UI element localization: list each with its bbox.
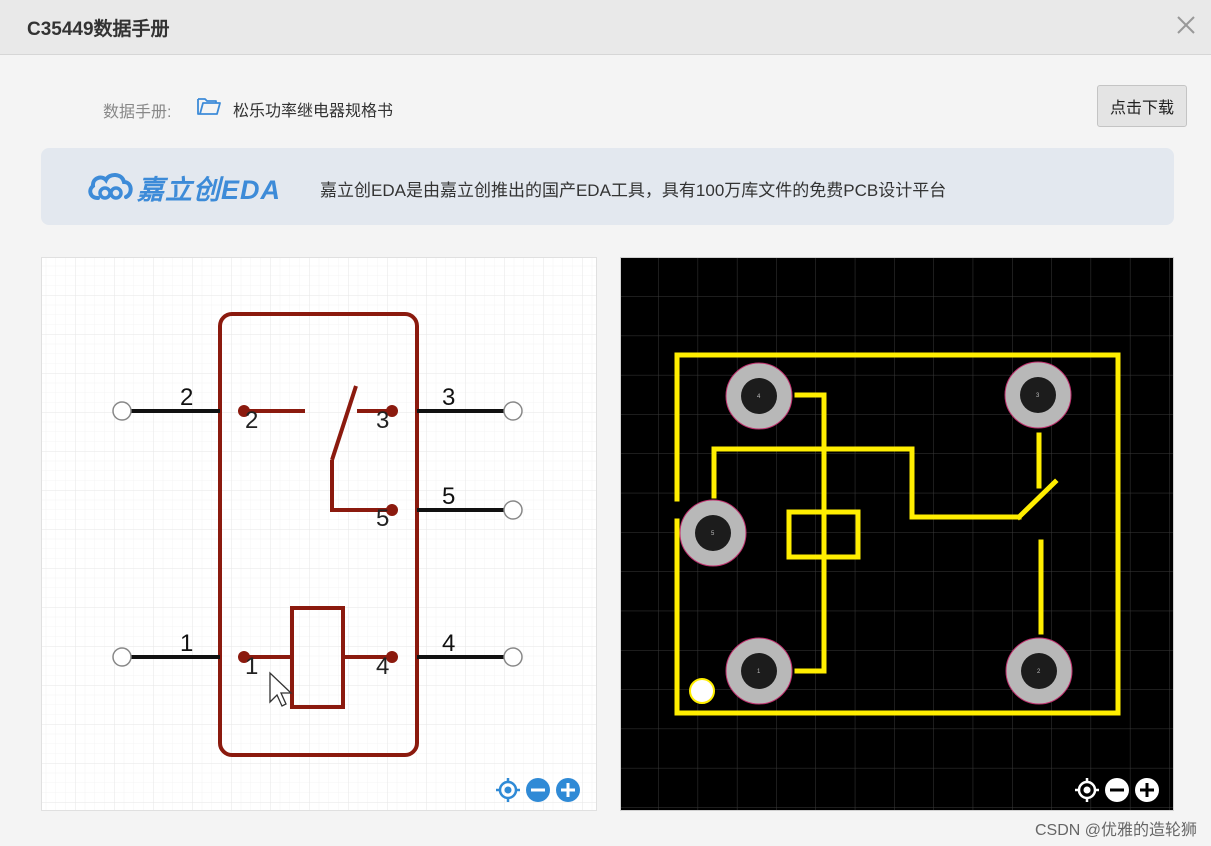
eda-banner[interactable]: 嘉立创EDA 嘉立创EDA是由嘉立创推出的国产EDA工具，具有100万库文件的免… [41, 148, 1174, 225]
cloud-icon [88, 173, 133, 200]
pcb-canvas[interactable]: 4 3 5 1 2 [621, 258, 1173, 810]
zoom-out-icon[interactable] [525, 777, 551, 803]
eda-description: 嘉立创EDA是由嘉立创推出的国产EDA工具，具有100万库文件的免费PCB设计平… [320, 181, 947, 200]
schematic-viewer[interactable]: 2 3 5 1 4 2 3 5 1 4 [41, 257, 597, 811]
pcb-pad: 2 [1005, 637, 1073, 705]
pcb-pad: 1 [725, 637, 793, 705]
download-button[interactable]: 点击下载 [1097, 85, 1187, 127]
dialog-titlebar: C35449数据手册 [0, 0, 1211, 55]
pcb-pad: 3 [1004, 361, 1072, 429]
pcb-pad: 5 [679, 499, 747, 567]
close-icon[interactable] [1173, 12, 1199, 38]
pin-number: 1 [180, 630, 193, 657]
schematic-zoom-controls [495, 777, 581, 803]
datasheet-link[interactable]: 松乐功率继电器规格书 [233, 97, 393, 121]
zoom-in-icon[interactable] [555, 777, 581, 803]
pcb-zoom-controls [1074, 777, 1160, 803]
datasheet-label: 数据手册: [103, 104, 172, 121]
pcb-footprint-viewer[interactable]: 4 3 5 1 2 [620, 257, 1174, 811]
pcb-pad: 4 [725, 362, 793, 430]
pin-label: 2 [245, 407, 258, 434]
pin-label: 1 [245, 653, 258, 680]
zoom-in-icon[interactable] [1134, 777, 1160, 803]
locate-icon[interactable] [495, 777, 521, 803]
pin-label: 5 [376, 505, 389, 532]
pin1-marker [689, 678, 715, 704]
pin-label: 3 [376, 407, 389, 434]
pin-number: 5 [442, 483, 455, 510]
pin-number: 3 [442, 384, 455, 411]
folder-icon [197, 98, 221, 115]
pin-number: 2 [180, 384, 193, 411]
schematic-canvas[interactable]: 2 3 5 1 4 2 3 5 1 4 [42, 258, 596, 810]
pin-label: 4 [376, 653, 389, 680]
watermark: CSDN @优雅的造轮狮 [1034, 822, 1197, 839]
locate-icon[interactable] [1074, 777, 1100, 803]
eda-logo-text: 嘉立创EDA [137, 175, 282, 205]
dialog-title: C35449数据手册 [27, 19, 170, 40]
zoom-out-icon[interactable] [1104, 777, 1130, 803]
pin-number: 4 [442, 630, 455, 657]
